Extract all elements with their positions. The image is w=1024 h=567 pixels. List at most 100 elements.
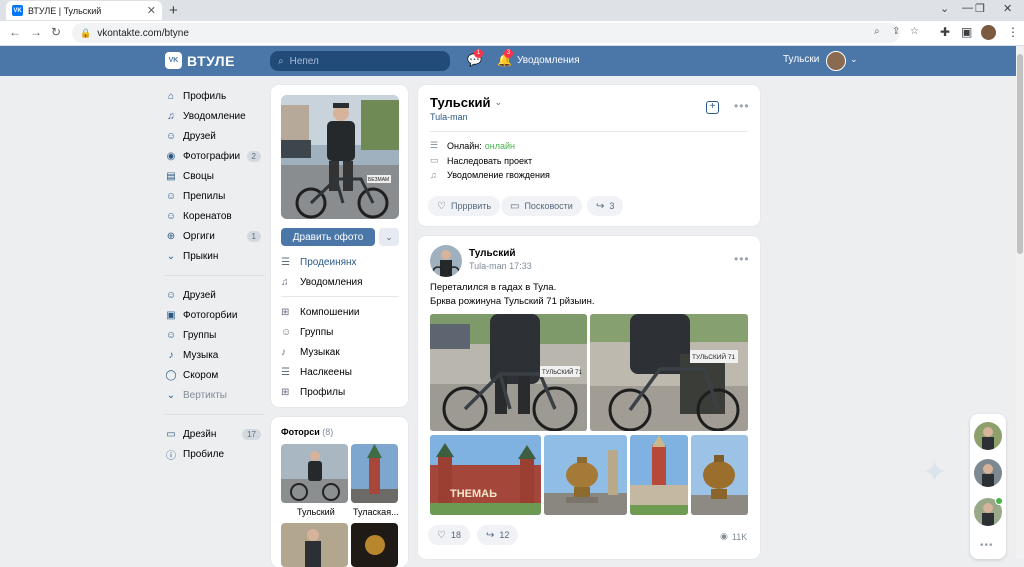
chat-avatar[interactable] (974, 459, 1002, 487)
post-photo[interactable] (691, 435, 748, 515)
nav-item[interactable]: ⓘ Пробиле (165, 444, 265, 464)
profile-link-label: Продеинянх (300, 257, 357, 268)
nav-item[interactable]: ⌄ Прыкин (165, 246, 265, 266)
online-status: онлайн (484, 140, 515, 151)
notifications-button[interactable]: 🔔 3 (497, 49, 513, 67)
side-panel-icon[interactable]: ▣ (961, 25, 972, 39)
profile-info-label: Уводомление гвождения (447, 170, 550, 180)
nav-item-label: Фотографии (183, 150, 241, 162)
profile-link[interactable]: ⊞ Компошении (281, 307, 360, 318)
nav-item[interactable]: ⌂ Профиль (165, 86, 265, 106)
post-text-line: Брква рожинуна Тульский 71 рйзыин. (430, 296, 595, 307)
bookmark-star-icon[interactable]: ☆ (910, 26, 919, 37)
nav-item-label: Друзей (183, 130, 216, 142)
profile-action-button[interactable]: ↪ 3 (587, 196, 624, 216)
chevron-down-icon[interactable]: ⌄ (494, 97, 502, 108)
forward-icon[interactable]: → (30, 25, 42, 39)
nav-item[interactable]: ☺ Коренатов (165, 206, 265, 226)
more-options-button[interactable]: ⌄ (379, 228, 399, 246)
user-name[interactable]: Тульски (783, 54, 819, 65)
browser-tab[interactable]: VK ВТУЛЕ | Тульский ✕ (6, 1, 162, 20)
profile-username[interactable]: Tula-man (430, 112, 468, 122)
close-window-icon[interactable]: ✕ (1003, 2, 1012, 15)
back-icon[interactable]: ← (9, 25, 21, 39)
nav-item[interactable]: ♪ Музыка (165, 345, 265, 365)
more-icon[interactable]: ••• (734, 99, 750, 113)
nav-item[interactable]: ▭ Дрезйн 17 (165, 424, 265, 444)
chevron-down-icon[interactable]: ⌄ (850, 54, 858, 65)
scrollbar[interactable] (1016, 46, 1024, 559)
browser-menu-icon[interactable]: ⋮ (1007, 25, 1019, 39)
post-author[interactable]: Тульский (469, 248, 516, 259)
new-tab-button[interactable]: + (169, 2, 178, 19)
post-photo[interactable]: ТНЕМАЬ (430, 435, 541, 515)
video-icon: ▭ (430, 155, 439, 165)
tab-close-icon[interactable]: ✕ (147, 4, 156, 17)
profile-photo[interactable]: БЕЗМАМ (281, 95, 399, 219)
nav-item[interactable]: ♫ Уводомление (165, 106, 265, 126)
like-button[interactable]: ♡ 18 (428, 525, 470, 545)
profile-link[interactable]: ☺ Группы (281, 327, 333, 338)
post-photo[interactable] (544, 435, 627, 515)
nav-item[interactable]: ☺ Препилы (165, 186, 265, 206)
profile-link[interactable]: ☰ Наслкеены (281, 367, 352, 378)
messages-button[interactable]: 💬 1 (467, 49, 483, 67)
profile-info-row: ▭ Наследовать проект (430, 155, 532, 166)
nav-item[interactable]: ◉ Фотографии 2 (165, 146, 265, 166)
list-icon: ▤ (166, 170, 176, 182)
profile-link[interactable]: ⊞ Профилы (281, 387, 345, 398)
photo-thumb[interactable] (281, 444, 348, 503)
more-icon[interactable]: ••• (980, 540, 994, 551)
minimize-icon[interactable]: — (962, 2, 973, 14)
bell-icon: ♫ (281, 277, 289, 288)
site-logo[interactable]: VK ВТУЛЕ (165, 52, 235, 69)
post-photo[interactable]: ТУЛЬСКИЙ 71 (590, 314, 748, 431)
profile-action-button[interactable]: ▭ Посковости (501, 196, 582, 216)
divider (165, 414, 265, 415)
share-button[interactable]: ↪ 12 (477, 525, 519, 545)
nav-item[interactable]: ☺ Друзей (165, 126, 265, 146)
nav-item[interactable]: ▣ Фотогорбии (165, 305, 265, 325)
photo-thumb[interactable] (351, 444, 398, 503)
post-photo[interactable] (630, 435, 688, 515)
photo-thumb[interactable] (281, 523, 348, 567)
play-icon: ◯ (165, 369, 177, 381)
user-avatar[interactable] (826, 51, 846, 71)
profile-action-button[interactable]: ♡ Прррвить (428, 196, 501, 216)
nav-item[interactable]: ▤ Своцы (165, 166, 265, 186)
reload-icon[interactable]: ↻ (51, 25, 61, 39)
nav-item[interactable]: ⌄ Вертикты (165, 385, 265, 405)
maximize-icon[interactable]: ❐ (975, 2, 985, 15)
profile-link[interactable]: ♫ Уводомления (281, 277, 363, 288)
browser-profile-avatar[interactable] (981, 25, 996, 40)
zoom-icon[interactable]: ⌕ (874, 26, 880, 37)
more-icon[interactable]: ••• (734, 252, 750, 266)
search-input[interactable]: ⌕ Непел (270, 51, 450, 71)
profile-link[interactable]: ♪ Музыкак (281, 347, 340, 358)
profile-link[interactable]: ☰ Продеинянх (281, 257, 357, 268)
profile-action-label: Прррвить (450, 201, 492, 211)
post-photo[interactable]: ТУЛЬСКИЙ 71 (430, 314, 587, 431)
nav-item[interactable]: ☺ Группы (165, 325, 265, 345)
post-card: Тульский Tula-man 17:33 ••• Переталился … (418, 236, 760, 559)
friends-icon: ☺ (165, 130, 177, 142)
profile-action-label: Посковости (524, 201, 573, 211)
chat-avatar[interactable] (974, 422, 1002, 450)
photos-card: Фоторси (8) Тульский Тулаская... (271, 417, 408, 567)
nav-item[interactable]: ◯ Скором (165, 365, 265, 385)
nav-item[interactable]: ⊕ Оргиги 1 (165, 226, 265, 246)
address-bar[interactable]: 🔒 vkontakte.com/btyne ⌕ ⇪ ☆ (72, 23, 919, 43)
photos-heading[interactable]: Фоторси (8) (281, 427, 333, 437)
extensions-icon[interactable]: ✚ (940, 25, 950, 39)
nav-item[interactable]: ☺ Друзей (165, 285, 265, 305)
edit-photo-button[interactable]: Дравить офото (281, 228, 375, 246)
share-page-icon[interactable]: ⇪ (892, 26, 900, 37)
kremlin-sign-text: ТНЕМАЬ (450, 488, 497, 500)
tab-search-icon[interactable]: ⌄ (940, 2, 949, 15)
photo-thumb[interactable] (351, 523, 398, 567)
add-icon[interactable]: + (706, 101, 719, 114)
notifications-label[interactable]: Уводомления (517, 55, 580, 66)
post-author-avatar[interactable] (430, 245, 462, 277)
music-icon: ♪ (281, 347, 286, 358)
scrollbar-thumb[interactable] (1017, 54, 1023, 254)
